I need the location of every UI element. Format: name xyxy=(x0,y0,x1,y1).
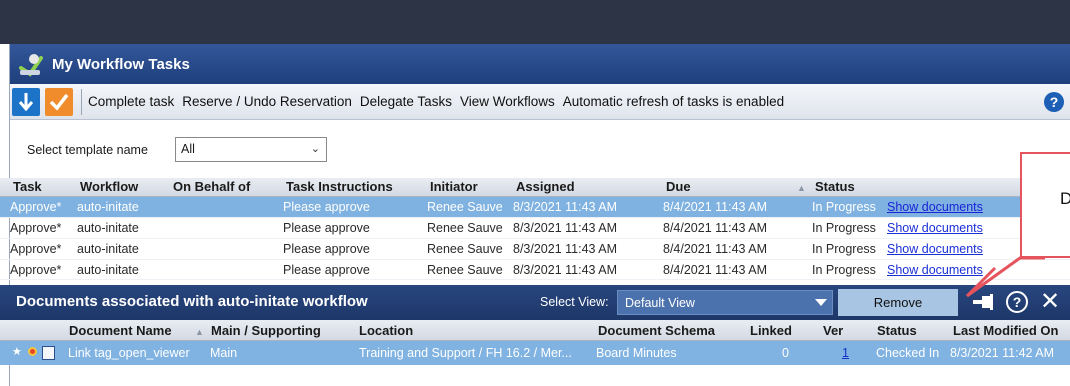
cell-workflow: auto-initate xyxy=(77,242,139,256)
check-button[interactable] xyxy=(45,87,73,116)
table-row[interactable]: Approve* auto-initate Please approve Ren… xyxy=(0,197,1070,218)
cell-document-schema: Board Minutes xyxy=(596,346,677,360)
status-dot-icon xyxy=(28,347,37,356)
template-select[interactable]: All ⌄ xyxy=(175,137,327,162)
cell-instructions: Please approve xyxy=(283,200,370,214)
complete-task-button[interactable]: Complete task xyxy=(88,94,174,109)
auto-refresh-toggle[interactable]: Automatic refresh of tasks is enabled xyxy=(563,94,784,109)
cell-instructions: Please approve xyxy=(283,263,370,277)
cell-assigned: 8/3/2021 11:43 AM xyxy=(513,242,618,256)
template-filter: Select template name All ⌄ xyxy=(10,120,1070,178)
cell-initiator: Renee Sauve xyxy=(427,200,503,214)
chevron-down-icon: ⌄ xyxy=(310,143,320,155)
col-assigned[interactable]: Assigned xyxy=(516,179,575,194)
cell-initiator: Renee Sauve xyxy=(427,263,503,277)
col-status[interactable]: Status xyxy=(815,179,855,194)
cell-assigned: 8/3/2021 11:43 AM xyxy=(513,263,618,277)
cell-assigned: 8/3/2021 11:43 AM xyxy=(513,221,618,235)
show-documents-link[interactable]: Show documents xyxy=(887,200,983,214)
delegate-tasks-button[interactable]: Delegate Tasks xyxy=(360,94,452,109)
select-view-value: Default View xyxy=(625,296,695,310)
cell-workflow: auto-initate xyxy=(77,221,139,235)
documents-grid-header: Document Name ▲ Main / Supporting Locati… xyxy=(0,320,1070,341)
tasks-grid: Task Workflow On Behalf of Task Instruct… xyxy=(0,178,1070,280)
cell-status: In Progress xyxy=(812,263,876,277)
cell-status: In Progress xyxy=(812,221,876,235)
checkmark-icon xyxy=(49,93,69,111)
col-initiator[interactable]: Initiator xyxy=(430,179,478,194)
cell-task: Approve* xyxy=(10,221,62,235)
help-icon[interactable]: ? xyxy=(1044,92,1064,112)
workflow-tasks-icon xyxy=(19,54,43,77)
template-filter-label: Select template name xyxy=(27,143,148,157)
cell-location: Training and Support / FH 16.2 / Mer... xyxy=(359,346,572,360)
toolbar: Complete task Reserve / Undo Reservation… xyxy=(10,84,1070,120)
select-view-dropdown[interactable]: Default View xyxy=(617,290,833,315)
star-icon: ★ xyxy=(12,346,22,358)
col-document-name[interactable]: Document Name xyxy=(69,323,172,338)
col-document-schema[interactable]: Document Schema xyxy=(598,323,715,338)
show-documents-link[interactable]: Show documents xyxy=(887,221,983,235)
template-select-value: All xyxy=(181,142,195,156)
cell-workflow: auto-initate xyxy=(77,200,139,214)
table-row[interactable]: Approve* auto-initate Please approve Ren… xyxy=(0,260,1070,280)
col-doc-status[interactable]: Status xyxy=(877,323,917,338)
col-workflow[interactable]: Workflow xyxy=(80,179,138,194)
sort-asc-icon: ▲ xyxy=(195,327,204,337)
col-last-modified[interactable]: Last Modified On xyxy=(953,323,1058,338)
cell-linked: 0 xyxy=(782,346,789,360)
callout-pointer xyxy=(965,256,1045,298)
documents-panel-title: Documents associated with auto-initate w… xyxy=(16,293,368,310)
cell-task: Approve* xyxy=(10,242,62,256)
cell-assigned: 8/3/2021 11:43 AM xyxy=(513,200,618,214)
col-linked[interactable]: Linked xyxy=(750,323,792,338)
callout-text: D xyxy=(1060,189,1070,208)
view-workflows-button[interactable]: View Workflows xyxy=(460,94,555,109)
col-on-behalf-of[interactable]: On Behalf of xyxy=(173,179,250,194)
col-main-supporting[interactable]: Main / Supporting xyxy=(211,323,321,338)
document-icon xyxy=(42,346,55,360)
document-row[interactable]: ★ Link tag_open_viewer Main Training and… xyxy=(0,341,1070,365)
title-bar: My Workflow Tasks xyxy=(10,44,1070,84)
reserve-button[interactable]: Reserve / Undo Reservation xyxy=(182,94,352,109)
select-view-label: Select View: xyxy=(540,295,609,309)
cell-initiator: Renee Sauve xyxy=(427,242,503,256)
cell-due: 8/4/2021 11:43 AM xyxy=(663,242,768,256)
toolbar-separator xyxy=(81,88,82,115)
col-task-instructions[interactable]: Task Instructions xyxy=(286,179,393,194)
page-title: My Workflow Tasks xyxy=(52,55,190,73)
table-row[interactable]: Approve* auto-initate Please approve Ren… xyxy=(0,218,1070,239)
tasks-grid-header: Task Workflow On Behalf of Task Instruct… xyxy=(0,178,1070,197)
cell-doc-status: Checked In xyxy=(876,346,940,360)
col-task[interactable]: Task xyxy=(13,179,42,194)
remove-button[interactable]: Remove xyxy=(838,289,958,316)
documents-panel-header: Documents associated with auto-initate w… xyxy=(0,285,1070,320)
cell-task: Approve* xyxy=(10,200,62,214)
col-due[interactable]: Due xyxy=(666,179,691,194)
download-button[interactable] xyxy=(12,87,40,116)
cell-due: 8/4/2021 11:43 AM xyxy=(663,200,768,214)
cell-initiator: Renee Sauve xyxy=(427,221,503,235)
cell-due: 8/4/2021 11:43 AM xyxy=(663,263,768,277)
table-row[interactable]: Approve* auto-initate Please approve Ren… xyxy=(0,239,1070,260)
dropdown-arrow-icon xyxy=(815,299,827,306)
col-ver[interactable]: Ver xyxy=(823,323,843,338)
cell-instructions: Please approve xyxy=(283,221,370,235)
cell-main-supporting: Main xyxy=(210,346,238,360)
cell-instructions: Please approve xyxy=(283,242,370,256)
cell-status: In Progress xyxy=(812,242,876,256)
col-location[interactable]: Location xyxy=(359,323,413,338)
top-dark-bar xyxy=(0,0,1070,44)
cell-status: In Progress xyxy=(812,200,876,214)
down-arrow-icon xyxy=(18,92,34,111)
cell-last-modified: 8/3/2021 11:42 AM xyxy=(950,346,1055,360)
cell-task: Approve* xyxy=(10,263,62,277)
cell-ver-link[interactable]: 1 xyxy=(842,346,849,360)
cell-due: 8/4/2021 11:43 AM xyxy=(663,221,768,235)
cell-workflow: auto-initate xyxy=(77,263,139,277)
cell-document-name[interactable]: Link tag_open_viewer xyxy=(68,346,190,360)
sort-asc-icon: ▲ xyxy=(797,183,806,193)
